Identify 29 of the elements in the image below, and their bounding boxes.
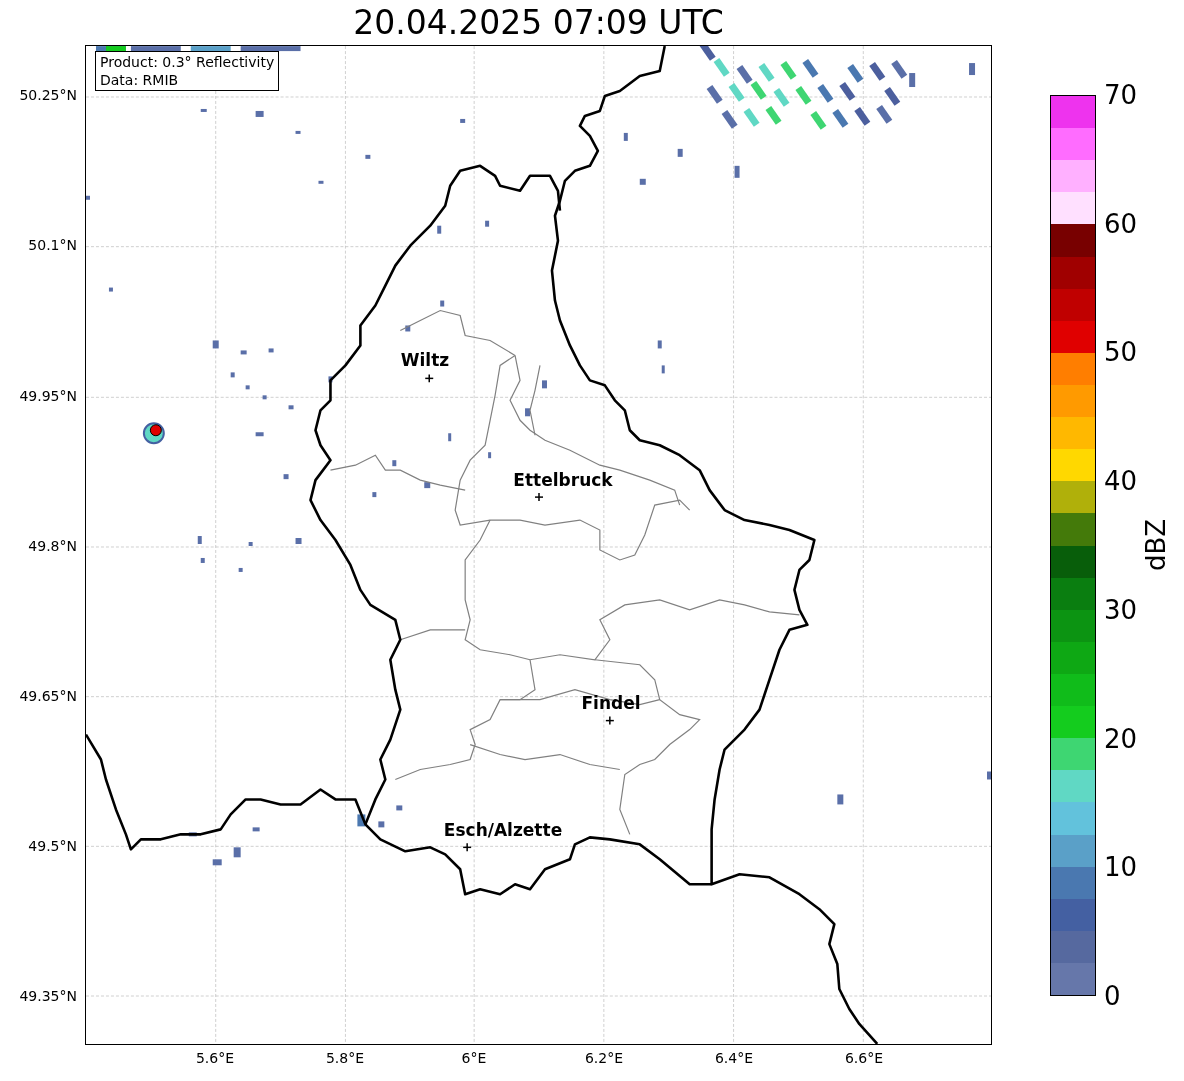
latitude-label: 49.35°N	[19, 989, 77, 1003]
colorbar-tick-label: 40	[1104, 468, 1138, 495]
colorbar-tick-label: 0	[1104, 983, 1121, 1009]
longitude-label: 5.8°E	[325, 1051, 365, 1065]
info-text: Data: RMIB	[100, 71, 180, 89]
latitude-label: 49.65°N	[19, 689, 77, 703]
latitude-label: 49.95°N	[19, 389, 77, 403]
city-label: Wiltz	[400, 352, 450, 369]
colorbar-tick-label: 70	[1104, 82, 1138, 108]
longitude-label: 6°E	[461, 1051, 487, 1065]
info-text: Product: 0.3° Reflectivity	[100, 53, 275, 71]
longitude-label: 6.2°E	[584, 1051, 624, 1065]
longitude-label: 6.4°E	[714, 1051, 754, 1065]
colorbar-tick-label: 60	[1104, 210, 1138, 237]
city-label: Esch/Alzette	[443, 822, 563, 839]
colorbar-label: dBZ	[1143, 518, 1169, 572]
colorbar-tick-label: 20	[1104, 725, 1138, 752]
longitude-label: 5.6°E	[195, 1051, 235, 1065]
longitude-label: 6.6°E	[844, 1051, 884, 1065]
latitude-label: 50.25°N	[19, 88, 77, 102]
city-label: Findel	[581, 695, 641, 712]
latitude-label: 49.5°N	[28, 839, 77, 853]
colorbar-tick-label: 30	[1104, 596, 1138, 623]
colorbar-tick-label: 50	[1104, 339, 1138, 366]
city-label: Ettelbruck	[513, 472, 613, 489]
latitude-label: 50.1°N	[28, 238, 77, 252]
latitude-label: 49.8°N	[28, 539, 77, 553]
colorbar-tick-label: 10	[1104, 854, 1138, 881]
chart-title: 20.04.2025 07:09 UTC	[353, 6, 724, 39]
